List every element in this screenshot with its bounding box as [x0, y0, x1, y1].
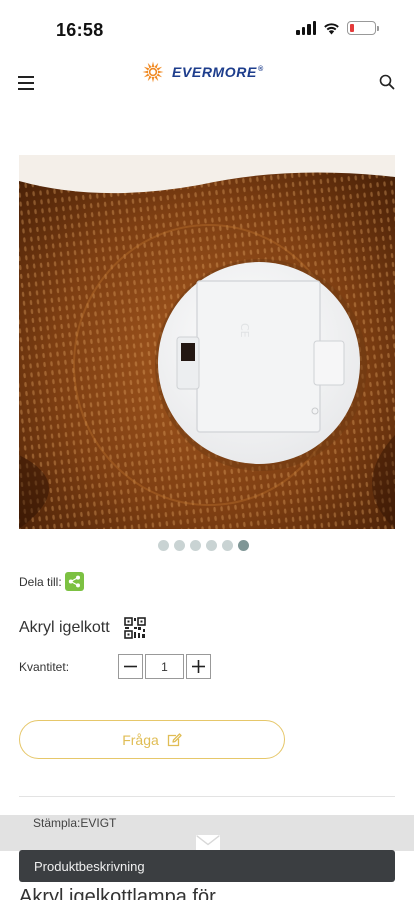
quantity-decrease-button[interactable]: [118, 654, 143, 679]
product-image[interactable]: CE: [19, 155, 395, 529]
divider: [19, 796, 395, 797]
sun-logo-icon: [142, 61, 164, 83]
status-bar: 16:58: [0, 0, 414, 56]
logo-registered-mark: ®: [257, 66, 264, 74]
product-title-row: Akryl igelkott: [19, 617, 146, 639]
carousel-dot[interactable]: [174, 540, 185, 551]
inquiry-label: Fråga: [122, 731, 159, 748]
share-icon[interactable]: [64, 572, 84, 591]
quantity-label: Kvantitet:: [19, 659, 70, 674]
product-description-tab[interactable]: Produktbeskrivning: [19, 850, 395, 882]
wifi-icon: [324, 22, 339, 34]
signal-icon: [296, 21, 316, 35]
minus-icon: [124, 665, 137, 668]
carousel-dot[interactable]: [190, 540, 201, 551]
edit-icon: [167, 732, 182, 746]
quantity-increase-button[interactable]: [186, 654, 211, 679]
carousel-dot[interactable]: [158, 540, 169, 551]
status-time: 16:58: [56, 20, 104, 40]
product-title: Akryl igelkott: [19, 619, 110, 636]
product-description-label: Produktbeskrivning: [34, 858, 145, 874]
brand-text: Stämpla:EVIGT: [33, 816, 117, 830]
status-indicators: [296, 21, 379, 35]
search-icon[interactable]: [379, 74, 395, 90]
quantity-row: Kvantitet:: [19, 654, 211, 679]
site-header: EVERMORE®: [0, 56, 414, 112]
battery-icon: [347, 21, 379, 35]
carousel-dot-active[interactable]: [238, 540, 249, 551]
logo-text: EVERMORE®: [172, 64, 264, 80]
brand-logo[interactable]: EVERMORE®: [142, 61, 264, 83]
description-heading: Akryl igelkottlampa för: [19, 886, 216, 900]
quantity-input[interactable]: [145, 654, 184, 679]
share-label: Dela till:: [19, 574, 62, 589]
carousel-dot[interactable]: [206, 540, 217, 551]
qr-code-icon[interactable]: [123, 617, 146, 639]
carousel-dot[interactable]: [222, 540, 233, 551]
svg-text:CE: CE: [238, 323, 251, 338]
product-photo: CE: [19, 155, 395, 529]
plus-icon: [192, 660, 205, 673]
inquiry-button[interactable]: Fråga: [19, 720, 285, 759]
menu-icon[interactable]: [18, 76, 34, 90]
share-row: Dela till:: [19, 572, 84, 591]
carousel-pagination: [158, 540, 249, 551]
